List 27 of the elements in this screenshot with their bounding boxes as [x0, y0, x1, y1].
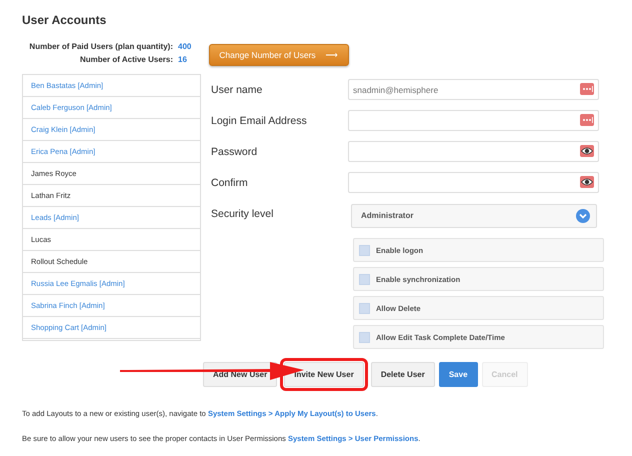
page-title: User Accounts: [22, 13, 108, 27]
change-users-button[interactable]: Change Number of Users ⟶: [209, 44, 349, 66]
checkbox[interactable]: [359, 302, 370, 314]
dots-icon[interactable]: [580, 114, 594, 126]
input-field[interactable]: [348, 172, 599, 193]
input-field[interactable]: [348, 110, 599, 131]
input-field[interactable]: [348, 141, 599, 162]
field-label: Confirm: [211, 176, 249, 188]
security-dropdown[interactable]: Administrator: [351, 204, 597, 228]
action-button[interactable]: Delete User: [370, 362, 435, 387]
stat-label: Number of Paid Users (plan quantity):: [29, 42, 173, 51]
eye-icon[interactable]: [580, 176, 594, 188]
input-field[interactable]: snadmin@hemisphere: [348, 79, 599, 100]
chevron-down-icon: [576, 208, 590, 222]
field-label: Security level: [211, 208, 274, 220]
field-label: Login Email Address: [211, 114, 308, 126]
checkbox[interactable]: [359, 274, 370, 284]
field-label: User name: [211, 84, 264, 96]
save-button[interactable]: Save: [438, 362, 478, 387]
field-label: Password: [211, 146, 258, 158]
checkbox[interactable]: [359, 332, 370, 342]
eye-icon[interactable]: [580, 145, 594, 157]
dots-icon[interactable]: [580, 83, 594, 95]
stat-value: 16: [177, 55, 187, 64]
stat-label: Number of Active Users:: [80, 55, 173, 64]
stat-value: 400: [177, 42, 192, 51]
checkbox[interactable]: [359, 244, 370, 256]
